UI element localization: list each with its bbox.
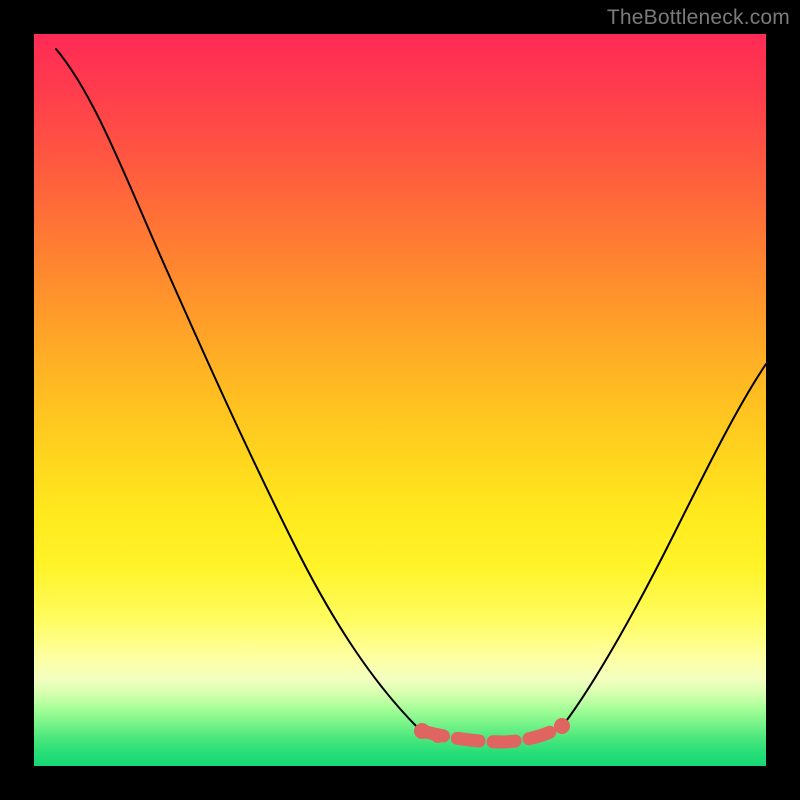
chart-frame: TheBottleneck.com: [0, 0, 800, 800]
curve-right: [564, 364, 766, 724]
plot-area: [34, 34, 766, 766]
chart-svg: [34, 34, 766, 766]
curve-left: [56, 49, 419, 729]
watermark-text: TheBottleneck.com: [607, 6, 790, 30]
flat-zone-dot-left-2: [431, 729, 445, 743]
flat-zone-dot-right: [554, 718, 570, 734]
flat-zone-dot-left: [414, 723, 430, 739]
